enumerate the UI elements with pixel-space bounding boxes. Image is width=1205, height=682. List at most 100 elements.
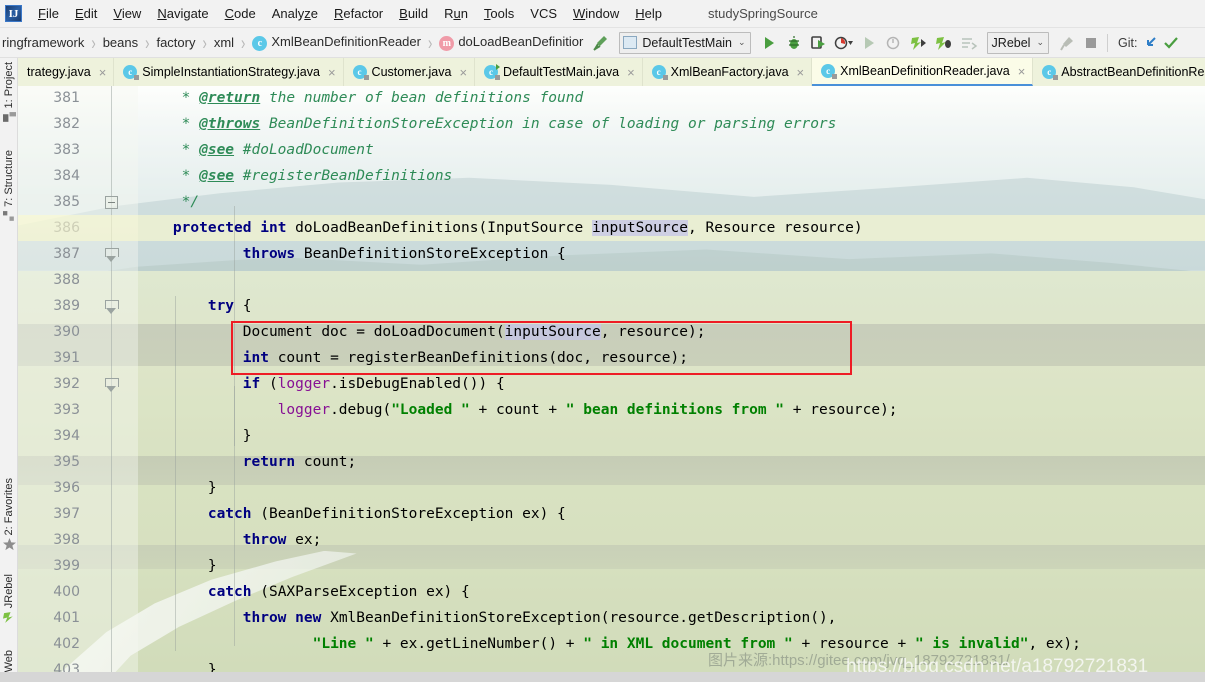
code-token: (SAXParseException ex) {	[251, 584, 470, 600]
jrebel-run-button[interactable]	[909, 33, 929, 53]
menu-item-analyze[interactable]: Analyze	[264, 4, 326, 23]
run-configuration-selector[interactable]: DefaultTestMain ⌄	[619, 31, 751, 54]
breadcrumb-label: ringframework	[2, 35, 85, 50]
code-line[interactable]: catch (BeanDefinitionStoreException ex) …	[138, 501, 566, 527]
code-line[interactable]: * @see #doLoadDocument	[138, 137, 374, 163]
jrebel-debug-button[interactable]	[934, 33, 954, 53]
breadcrumb-item-beans[interactable]: beans	[101, 35, 140, 50]
attach-profiler-button[interactable]	[884, 33, 904, 53]
code-token: + ex.getLineNumber() +	[373, 636, 584, 652]
code-line[interactable]: protected int doLoadBeanDefinitions(Inpu…	[138, 215, 863, 241]
menu-item-code[interactable]: Code	[217, 4, 264, 23]
close-icon[interactable]: ×	[99, 65, 107, 80]
code-line[interactable]: try {	[138, 293, 252, 319]
jrebel-run-icon	[910, 36, 926, 50]
git-update-button[interactable]	[1141, 33, 1161, 53]
breadcrumb-item-xml[interactable]: xml	[212, 35, 236, 50]
menu-item-view[interactable]: View	[105, 4, 149, 23]
code-line[interactable]: return count;	[138, 449, 357, 475]
menu-item-file[interactable]: File	[30, 4, 67, 23]
close-icon[interactable]: ×	[1018, 64, 1026, 79]
code-line[interactable]: logger .debug("Loaded " + count + " bean …	[138, 397, 898, 423]
code-line[interactable]: throws BeanDefinitionStoreException {	[138, 241, 566, 267]
editor-tab[interactable]: c SimpleInstantiationStrategy.java ×	[114, 58, 344, 86]
code-line[interactable]: * @see #registerBeanDefinitions	[138, 163, 453, 189]
breadcrumb-label: XmlBeanDefinitionReader	[271, 34, 421, 49]
code-token: }	[138, 558, 217, 574]
project-name-label: studySpringSource	[708, 6, 818, 21]
left-tool-strip: 1: Project 7: Structure 2: Favorites JRe…	[0, 58, 18, 682]
editor-tab[interactable]: c AbstractBeanDefinitionRea	[1033, 58, 1205, 86]
code-line[interactable]: * @throws BeanDefinitionStoreException i…	[138, 111, 837, 137]
code-token: , ex);	[1028, 636, 1081, 652]
breadcrumb-label: beans	[102, 35, 139, 50]
close-icon[interactable]: ×	[627, 65, 635, 80]
code-line[interactable]: * @return the number of bean definitions…	[138, 86, 584, 111]
show-commands-button[interactable]	[959, 33, 979, 53]
menu-item-run[interactable]: Run	[436, 4, 476, 23]
menu-item-refactor[interactable]: Refactor	[326, 4, 391, 23]
code-line[interactable]: */	[138, 189, 199, 215]
editor-tab[interactable]: c Customer.java ×	[343, 58, 476, 86]
breadcrumb: ringframework › beans › factory › xml › c XmlBean…	[0, 28, 585, 58]
sidebar-item-favorites[interactable]: 2: Favorites	[0, 478, 18, 554]
sidebar-item-project[interactable]: 1: Project	[0, 62, 18, 127]
jrebel-selector[interactable]: JRebel ⌄	[986, 31, 1050, 54]
code-token: *	[138, 90, 200, 106]
editor-tab[interactable]: c XmlBeanDefinitionReader.java ×	[812, 58, 1034, 86]
breadcrumb-item-factory[interactable]: factory	[154, 35, 197, 50]
code-line[interactable]: }	[138, 553, 217, 579]
code-token: "Line "	[312, 636, 374, 652]
menu-item-tools[interactable]: Tools	[476, 4, 522, 23]
breadcrumb-item-doloadbeandefinitior[interactable]: m doLoadBeanDefinitior	[437, 34, 585, 51]
code-line[interactable]: int count = registerBeanDefinitions(doc,…	[138, 345, 688, 371]
code-content[interactable]: * @return the number of bean definitions…	[18, 86, 1205, 682]
stop-button[interactable]	[1081, 33, 1101, 53]
run-config-name: DefaultTestMain	[642, 35, 732, 50]
menu-item-window[interactable]: Window	[565, 4, 627, 23]
sidebar-item-structure[interactable]: 7: Structure	[0, 150, 18, 226]
code-token: , Resource resource)	[688, 220, 863, 236]
menu-item-navigate[interactable]: Navigate	[149, 4, 216, 23]
run-button[interactable]	[759, 33, 779, 53]
debug-button[interactable]	[784, 33, 804, 53]
breadcrumb-label: xml	[213, 35, 235, 50]
close-icon[interactable]: ×	[459, 65, 467, 80]
editor-tab[interactable]: c XmlBeanFactory.java ×	[642, 58, 813, 86]
build-gray-button[interactable]	[1057, 33, 1077, 53]
rerun-button[interactable]	[859, 33, 879, 53]
code-editor[interactable]: 3813823833843853863873883893903913923933…	[18, 86, 1205, 682]
git-commit-button[interactable]	[1161, 33, 1181, 53]
code-line[interactable]: }	[138, 475, 217, 501]
code-token: count = registerBeanDefinitions(doc, res…	[268, 350, 688, 366]
code-token: try	[207, 298, 235, 314]
editor-tab[interactable]: c DefaultTestMain.java ×	[475, 58, 643, 86]
menu-item-build[interactable]: Build	[391, 4, 436, 23]
run-with-coverage-button[interactable]	[809, 33, 829, 53]
profile-button[interactable]	[834, 33, 854, 53]
build-project-button[interactable]	[591, 33, 611, 53]
code-token: BeanDefinitionStoreException in case of …	[260, 116, 837, 132]
menu-item-help[interactable]: Help	[627, 4, 670, 23]
editor-tab-label: Customer.java	[371, 65, 452, 79]
code-line[interactable]: throw ex;	[138, 527, 322, 553]
code-line[interactable]: if (logger .isDebugEnabled()) {	[138, 371, 505, 397]
menu-item-vcs[interactable]: VCS	[522, 4, 565, 23]
code-line[interactable]: throw new XmlBeanDefinitionStoreExceptio…	[138, 605, 837, 631]
code-line[interactable]: }	[138, 423, 252, 449]
breadcrumb-item-ringframework[interactable]: ringframework	[0, 35, 86, 50]
menu-item-edit[interactable]: Edit	[67, 4, 105, 23]
close-icon[interactable]: ×	[328, 65, 336, 80]
code-line[interactable]: Document doc = doLoadDocument(inputSourc…	[138, 319, 705, 345]
code-token: count;	[295, 454, 357, 470]
editor-tab[interactable]: trategy.java ×	[18, 58, 115, 86]
breadcrumb-item-xmlbeandefinitionreader[interactable]: c XmlBeanDefinitionReader	[250, 34, 423, 51]
code-token: */	[138, 194, 200, 210]
close-icon[interactable]: ×	[797, 65, 805, 80]
code-line[interactable]: catch (SAXParseException ex) {	[138, 579, 470, 605]
sidebar-item-jrebel[interactable]: JRebel	[0, 574, 18, 627]
